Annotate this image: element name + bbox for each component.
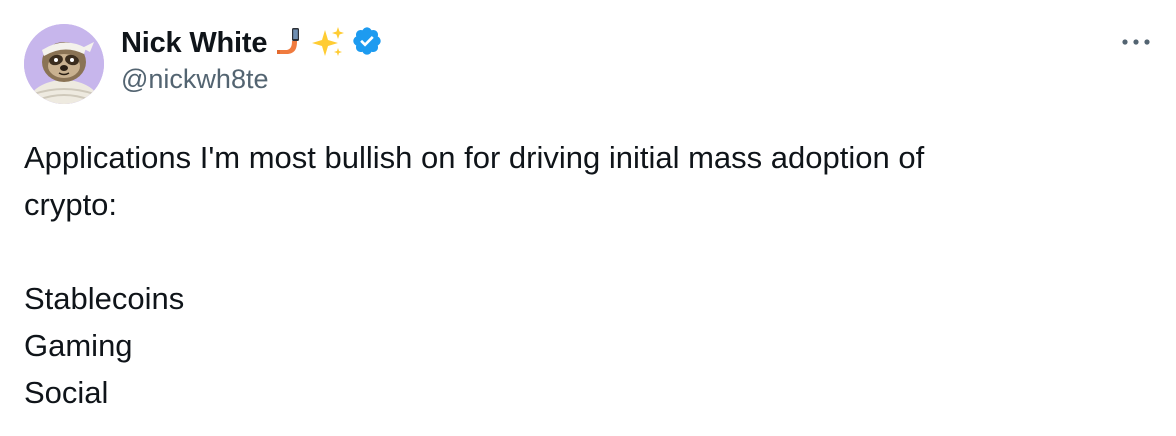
tweet-header: Nick White @nickwh8te	[121, 24, 383, 95]
tweet-text: Applications I'm most bullish on for dri…	[24, 134, 1144, 416]
verified-badge-icon	[351, 25, 383, 62]
more-options-button[interactable]	[1118, 28, 1154, 56]
tweet-text-line: crypto:	[24, 187, 118, 222]
tweet-list-item: Gaming	[24, 328, 133, 363]
sloth-avatar-icon	[24, 24, 104, 104]
name-row: Nick White	[121, 24, 383, 62]
user-handle[interactable]: @nickwh8te	[121, 64, 383, 95]
tweet-text-line: Applications I'm most bullish on for dri…	[24, 140, 925, 175]
tweet-card: Nick White @nickwh8te Applications I'm m…	[0, 0, 1176, 436]
selfie-phone-icon	[277, 27, 307, 59]
tweet-list-item: Social	[24, 375, 109, 410]
more-dots-icon	[1122, 39, 1150, 45]
avatar[interactable]	[24, 24, 104, 104]
sparkles-icon	[311, 26, 345, 60]
tweet-list-item: Stablecoins	[24, 281, 185, 316]
display-name[interactable]: Nick White	[121, 27, 267, 60]
